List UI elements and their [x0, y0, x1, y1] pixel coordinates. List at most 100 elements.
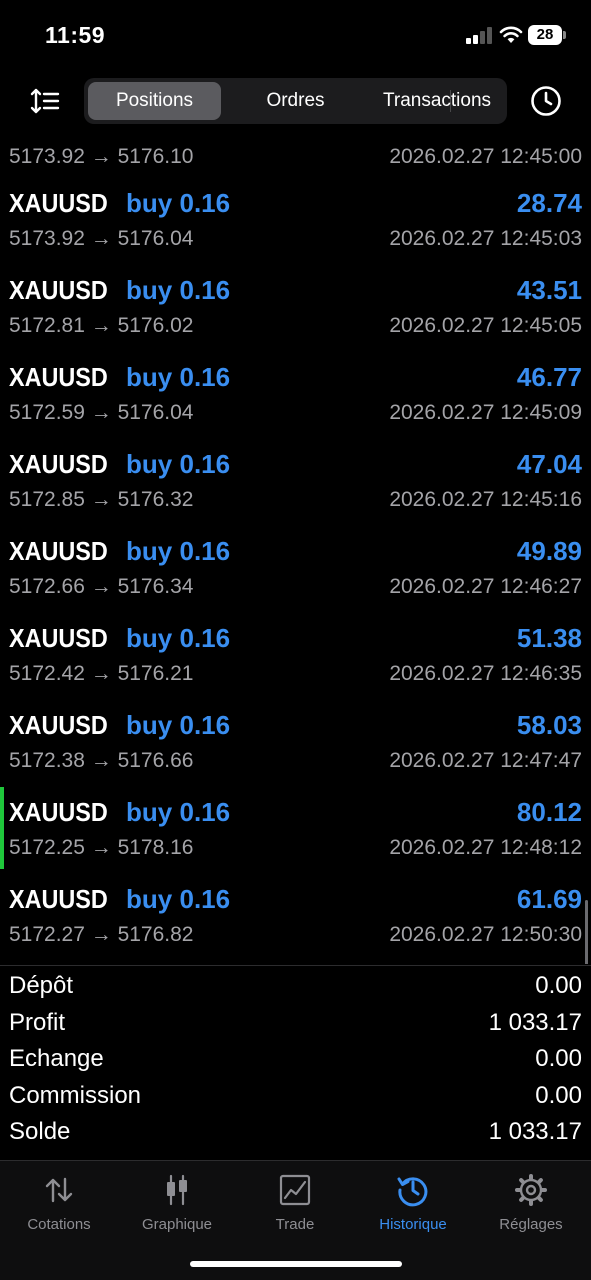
side-volume: buy 0.16 [126, 623, 231, 653]
summary-row-depot: Dépôt 0.00 [0, 972, 591, 1008]
price-range: 5172.81 → 5176.02 [9, 314, 194, 337]
price-range: 5172.66 → 5176.34 [9, 575, 194, 598]
side-volume: buy 0.16 [126, 449, 231, 479]
tab-label: Réglages [499, 1216, 563, 1233]
side-volume: buy 0.16 [126, 710, 231, 740]
tab-label: Trade [275, 1216, 315, 1233]
wifi-icon [499, 26, 523, 43]
profit-value: 80.12 [516, 797, 582, 827]
clock-icon[interactable] [529, 84, 563, 118]
sort-icon[interactable] [30, 85, 62, 117]
toolbar: Positions Ordres Transactions [0, 76, 591, 126]
deal-time: 2026.02.27 12:46:35 [389, 662, 582, 685]
side-volume: buy 0.16 [126, 275, 231, 305]
summary-value: 0.00 [535, 1082, 582, 1109]
symbol: XAUUSD [9, 710, 108, 740]
side-volume: buy 0.16 [126, 188, 231, 218]
selected-row-marker [0, 787, 4, 869]
home-indicator[interactable] [190, 1261, 402, 1267]
deal-title: XAUUSD buy 0.16 [9, 449, 230, 480]
battery-level: 28 [528, 25, 562, 45]
price-range: 5172.25 → 5178.16 [9, 836, 194, 859]
tab-reglages[interactable]: Réglages [472, 1173, 590, 1243]
summary-label: Dépôt [9, 972, 74, 999]
deal-time: 2026.02.27 12:46:27 [389, 575, 582, 598]
list-item[interactable]: 5173.92 → 5176.10 2026.02.27 12:45:00 [0, 126, 591, 174]
summary-value: 1 033.17 [488, 1009, 582, 1036]
summary-label: Echange [9, 1045, 104, 1072]
profit-value: 51.38 [516, 623, 582, 653]
price-range: 5172.85 → 5176.32 [9, 488, 194, 511]
arrows-up-down-icon [45, 1177, 73, 1203]
summary-row-solde: Solde 1 033.17 [0, 1118, 591, 1154]
symbol: XAUUSD [9, 362, 108, 392]
tab-trade[interactable]: Trade [236, 1173, 354, 1243]
list-item[interactable]: XAUUSD buy 0.16 80.12 5172.25 → 5178.16 … [0, 783, 591, 870]
deal-time: 2026.02.27 12:45:05 [389, 314, 582, 337]
status-bar: 11:59 28 [0, 0, 591, 70]
trade-chart-icon [279, 1174, 311, 1206]
list-item[interactable]: XAUUSD buy 0.16 46.77 5172.59 → 5176.04 … [0, 348, 591, 435]
deal-time: 2026.02.27 12:45:00 [389, 145, 582, 168]
summary-value: 0.00 [535, 1045, 582, 1072]
deal-time: 2026.02.27 12:48:12 [389, 836, 582, 859]
list-item[interactable]: XAUUSD buy 0.16 47.04 5172.85 → 5176.32 … [0, 435, 591, 522]
tab-label: Historique [379, 1216, 447, 1233]
summary-label: Profit [9, 1009, 66, 1036]
tab-transactions[interactable]: Transactions [372, 82, 502, 120]
side-volume: buy 0.16 [126, 536, 231, 566]
tab-ordres[interactable]: Ordres [224, 82, 367, 120]
tab-graphique[interactable]: Graphique [118, 1173, 236, 1243]
deal-time: 2026.02.27 12:45:16 [389, 488, 582, 511]
price-range: 5173.92 → 5176.10 [9, 145, 194, 168]
scrollbar[interactable] [585, 900, 588, 964]
segmented-control: Positions Ordres Transactions [84, 78, 507, 124]
symbol: XAUUSD [9, 188, 108, 218]
price-range: 5172.38 → 5176.66 [9, 749, 194, 772]
list-item[interactable]: XAUUSD buy 0.16 43.51 5172.81 → 5176.02 … [0, 261, 591, 348]
list-item[interactable]: XAUUSD buy 0.16 58.03 5172.38 → 5176.66 … [0, 696, 591, 783]
summary-divider [0, 965, 591, 966]
candlestick-icon [167, 1174, 187, 1206]
tab-positions[interactable]: Positions [88, 82, 221, 120]
deal-title: XAUUSD buy 0.16 [9, 275, 230, 306]
list-item[interactable]: XAUUSD buy 0.16 28.74 5173.92 → 5176.04 … [0, 174, 591, 261]
deal-time: 2026.02.27 12:47:47 [389, 749, 582, 772]
tab-historique[interactable]: Historique [354, 1173, 472, 1243]
tab-label: Graphique [141, 1216, 213, 1233]
price-range: 5172.59 → 5176.04 [9, 401, 194, 424]
symbol: XAUUSD [9, 449, 108, 479]
deal-title: XAUUSD buy 0.16 [9, 710, 230, 741]
list-item[interactable]: XAUUSD buy 0.16 51.38 5172.42 → 5176.21 … [0, 609, 591, 696]
list-item[interactable]: XAUUSD buy 0.16 49.89 5172.66 → 5176.34 … [0, 522, 591, 609]
side-volume: buy 0.16 [126, 797, 231, 827]
summary-row-commission: Commission 0.00 [0, 1082, 591, 1118]
summary-label: Solde [9, 1118, 71, 1145]
symbol: XAUUSD [9, 797, 108, 827]
profit-value: 43.51 [516, 275, 582, 305]
price-range: 5172.27 → 5176.82 [9, 923, 194, 946]
battery-icon: 28 [528, 25, 566, 45]
profit-value: 58.03 [516, 710, 582, 740]
tab-cotations[interactable]: Cotations [0, 1173, 118, 1243]
profit-value: 47.04 [516, 449, 582, 479]
deal-title: XAUUSD buy 0.16 [9, 362, 230, 393]
profit-value: 46.77 [516, 362, 582, 392]
status-time: 11:59 [45, 22, 106, 48]
symbol: XAUUSD [9, 536, 108, 566]
summary-row-profit: Profit 1 033.17 [0, 1009, 591, 1045]
deal-title: XAUUSD buy 0.16 [9, 797, 230, 828]
deal-title: XAUUSD buy 0.16 [9, 188, 230, 219]
summary-value: 0.00 [535, 972, 582, 999]
deal-time: 2026.02.27 12:45:09 [389, 401, 582, 424]
price-range: 5173.92 → 5176.04 [9, 227, 194, 250]
summary-row-echange: Echange 0.00 [0, 1045, 591, 1081]
history-list[interactable]: 5173.92 → 5176.10 2026.02.27 12:45:00 XA… [0, 126, 591, 964]
profit-value: 61.69 [516, 884, 582, 914]
price-range: 5172.42 → 5176.21 [9, 662, 194, 685]
side-volume: buy 0.16 [126, 362, 231, 392]
cellular-signal-icon [466, 27, 492, 44]
gear-icon [515, 1174, 547, 1206]
list-item[interactable]: XAUUSD buy 0.16 61.69 5172.27 → 5176.82 … [0, 870, 591, 957]
symbol: XAUUSD [9, 623, 108, 653]
